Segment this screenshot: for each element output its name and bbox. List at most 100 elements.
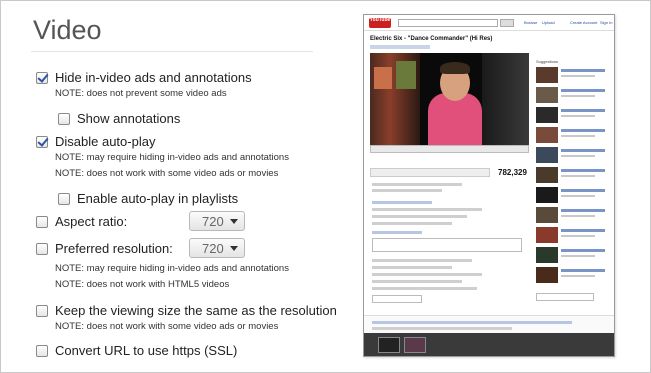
hide-ads-note: NOTE: does not prevent some video ads [55,88,227,99]
preview-thumbnail [536,107,558,123]
preferred-resolution-value: 720 [202,241,224,256]
preview-suggestions-label: Suggestions [536,59,559,64]
preview-text-line [561,95,595,97]
preview-text-line [372,231,422,234]
disable-autoplay-note-1: NOTE: may require hiding in-video ads an… [55,152,289,163]
preview-text-line [561,135,595,137]
preview-pager [372,295,422,303]
preview-text-line [372,280,462,283]
autoplay-playlists-label: Enable auto-play in playlists [77,191,239,206]
preview-link-browse: Browse [524,20,538,25]
preview-text-line [561,175,595,177]
preview-text-line [372,208,482,211]
preview-thumbnail [536,167,558,183]
preview-search-box [398,19,498,27]
preferred-resolution-select[interactable]: 720 [189,238,245,258]
preview-header: YouTube Browse Upload Create Account Sig… [364,15,614,31]
keep-size-option[interactable]: Keep the viewing size the same as the re… [36,303,337,318]
aspect-ratio-checkbox[interactable] [36,215,48,228]
preview-text-line [561,249,605,252]
preview-text-line [561,109,605,112]
preview-thumbnail [536,207,558,223]
hide-ads-option[interactable]: Hide in-video ads and annotations [36,70,252,85]
preview-text-line [372,273,482,276]
preview-text-line [561,89,605,92]
preview-text-line [372,222,452,225]
autoplay-playlists-option[interactable]: Enable auto-play in playlists [58,191,238,206]
preview-thumbnail [536,187,558,203]
keep-size-label: Keep the viewing size the same as the re… [55,303,337,318]
preview-text-line [561,149,605,152]
https-label: Convert URL to use https (SSL) [55,343,238,358]
preview-action-bar [370,168,490,177]
aspect-ratio-label: Aspect ratio: [55,214,128,229]
preview-text-line [561,189,605,192]
preferred-resolution-checkbox[interactable] [36,242,48,255]
preview-link-sign-in: Sign In [600,20,613,25]
preview-player-controls [370,145,529,153]
preview-quicklist-bar [364,333,614,356]
preferred-resolution-label: Preferred resolution: [55,241,173,256]
preview-footer [364,315,614,333]
https-option[interactable]: Convert URL to use https (SSL) [36,343,237,358]
disable-autoplay-checkbox[interactable] [36,135,48,148]
preview-text-line [561,169,605,172]
preview-load-more [536,293,594,301]
preview-thumbnail [378,337,400,353]
preview-text-line [561,75,595,77]
hide-ads-checkbox[interactable] [36,71,48,84]
preview-text-line [561,115,595,117]
title-divider [31,51,313,52]
section-title: Video [33,15,102,45]
show-annotations-checkbox[interactable] [58,112,70,125]
preview-text-line [561,235,595,237]
disable-autoplay-option[interactable]: Disable auto-play [36,134,155,149]
chevron-down-icon [230,246,238,251]
preview-text-line [372,259,472,262]
preview-text-line [561,255,595,257]
keep-size-checkbox[interactable] [36,304,48,317]
preview-text-line [372,201,432,204]
aspect-ratio-select[interactable]: 720 [189,211,245,231]
preview-text-line [561,69,605,72]
chevron-down-icon [230,219,238,224]
preview-video-player [370,53,529,145]
options-panel: Video Hide in-video ads and annotations … [0,0,651,373]
preferred-resolution-option[interactable]: Preferred resolution: [36,241,173,256]
preview-link-create-account: Create Account [570,20,598,25]
preview-poster [396,61,416,89]
preferred-resolution-note-2: NOTE: does not work with HTML5 videos [55,279,230,290]
preview-comment-box [372,238,522,252]
preview-text-line [561,155,595,157]
preview-video-background [482,53,529,145]
preview-text-line [561,229,605,232]
disable-autoplay-note-2: NOTE: does not work with some video ads … [55,168,279,179]
preview-person-hair [440,62,470,74]
preview-view-count: 782,329 [498,168,527,177]
https-checkbox[interactable] [36,344,48,357]
preview-video-title: Electric Six - "Dance Commander" (Hi Res… [370,36,493,42]
aspect-ratio-value: 720 [202,214,224,229]
disable-autoplay-label: Disable auto-play [55,134,156,149]
preview-thumbnail [404,337,426,353]
keep-size-note: NOTE: does not work with some video ads … [55,321,279,332]
preview-thumbnail [536,127,558,143]
preview-text-line [561,269,605,272]
show-annotations-option[interactable]: Show annotations [58,111,180,126]
autoplay-playlists-checkbox[interactable] [58,192,70,205]
preview-text-line [372,183,462,186]
preview-text-line [372,287,477,290]
preview-channel-line [370,45,430,49]
preview-thumbnail [536,247,558,263]
show-annotations-label: Show annotations [77,111,181,126]
preview-thumbnail [536,227,558,243]
preview-link-upload: Upload [542,20,555,25]
preview-text-line [561,209,605,212]
hide-ads-label: Hide in-video ads and annotations [55,70,252,85]
preview-thumbnail [536,67,558,83]
preview-thumbnail [536,87,558,103]
aspect-ratio-option[interactable]: Aspect ratio: [36,214,127,229]
youtube-logo: YouTube [369,17,391,28]
preview-search-icon [500,19,514,27]
preview-text-line [372,189,442,192]
